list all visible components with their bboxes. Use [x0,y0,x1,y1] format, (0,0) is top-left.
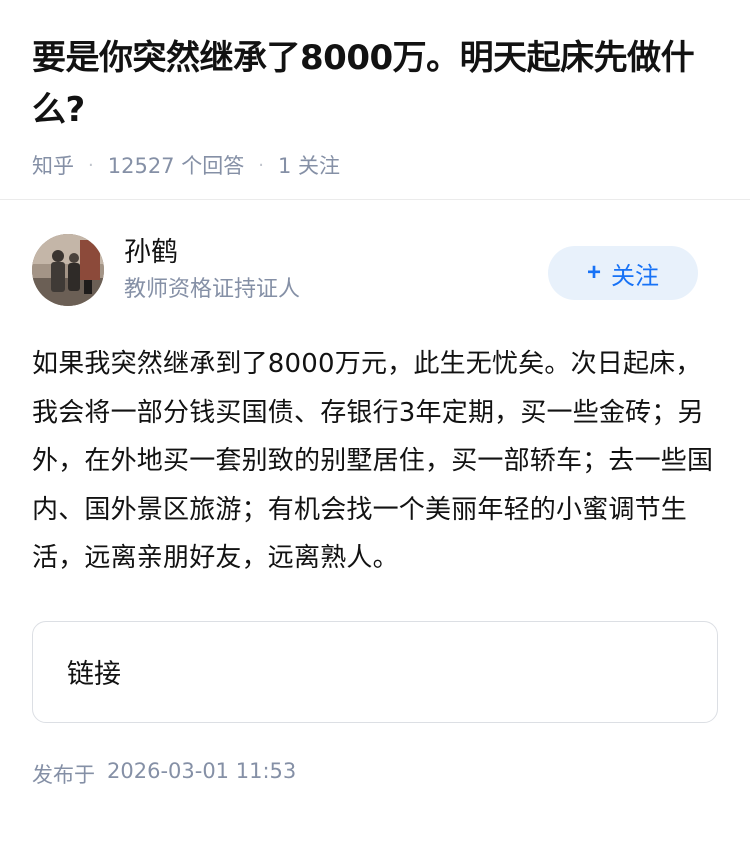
follow-button-label: 关注 [611,262,659,290]
author-info: 孙鹤 教师资格证持证人 [124,234,300,306]
publish-timestamp: 2026-03-01 11:53 [107,758,297,783]
follow-count-label: 关注 [298,154,341,178]
author-badge: 教师资格证持证人 [124,277,301,302]
follow-count: 1 [277,154,292,178]
source-label[interactable]: 知乎 [32,150,74,180]
avatar[interactable] [32,234,104,306]
question-meta: 知乎 · 12527 个回答 · 1 关注 [32,150,718,180]
link-card[interactable]: 链接 [32,620,718,723]
link-card-label: 链接 [67,659,121,690]
answer-content: 如果我突然继承到了8000万元，此生无忧矣。次日起床，我会将一部分钱买国债、存银… [32,349,714,573]
separator-dot: · [258,154,264,176]
answer-count-group[interactable]: 12527 个回答 [108,150,245,180]
answer-card: 孙鹤 教师资格证持证人 + 关注 如果我突然继承到了8000万元，此生无忧矣。次… [0,200,750,789]
author-name[interactable]: 孙鹤 [124,234,300,272]
author-row: 孙鹤 教师资格证持证人 + 关注 [32,200,718,340]
question-header: 要是你突然继承了8000万。明天起床先做什么? 知乎 · 12527 个回答 ·… [0,0,750,200]
follow-count-group: 1 关注 [278,150,340,180]
publish-time: 发布于 2026-03-01 11:53 [32,759,718,789]
separator-dot: · [88,154,94,176]
answer-count: 12527 [107,154,175,178]
question-title[interactable]: 要是你突然继承了8000万。明天起床先做什么? [32,32,718,136]
avatar-image [32,234,104,306]
plus-icon: + [586,259,601,286]
publish-prefix: 发布于 [32,762,95,787]
answer-count-label: 个回答 [181,154,245,178]
follow-button[interactable]: + 关注 [548,246,698,300]
